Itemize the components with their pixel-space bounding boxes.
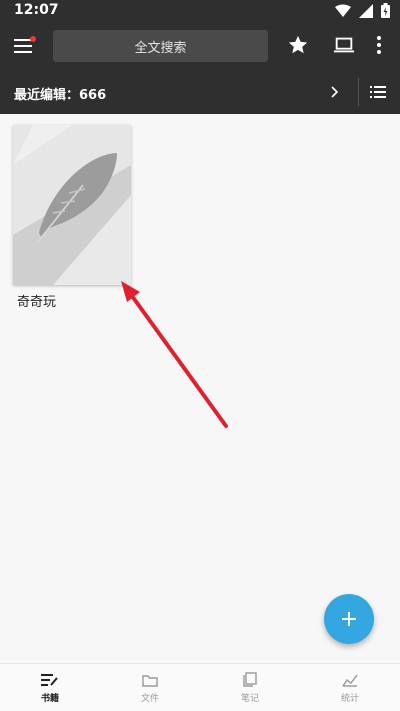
notes-icon [243, 672, 257, 687]
nav-item-files[interactable]: 文件 [100, 664, 200, 711]
folder-icon [142, 674, 158, 687]
add-button[interactable] [324, 594, 374, 644]
nav-item-books[interactable]: 书籍 [0, 664, 100, 711]
stats-icon [342, 674, 358, 687]
nav-label: 书籍 [40, 693, 59, 704]
nav-label: 笔记 [240, 694, 259, 704]
nav-item-stats[interactable]: 统计 [300, 664, 400, 711]
nav-item-notes[interactable]: 笔记 [200, 664, 300, 711]
nav-label: 统计 [340, 693, 359, 704]
bottom-nav: 书籍 文件 笔记 统计 [0, 663, 400, 711]
books-icon [41, 673, 58, 686]
nav-label: 文件 [140, 693, 159, 704]
plus-icon [342, 612, 356, 626]
